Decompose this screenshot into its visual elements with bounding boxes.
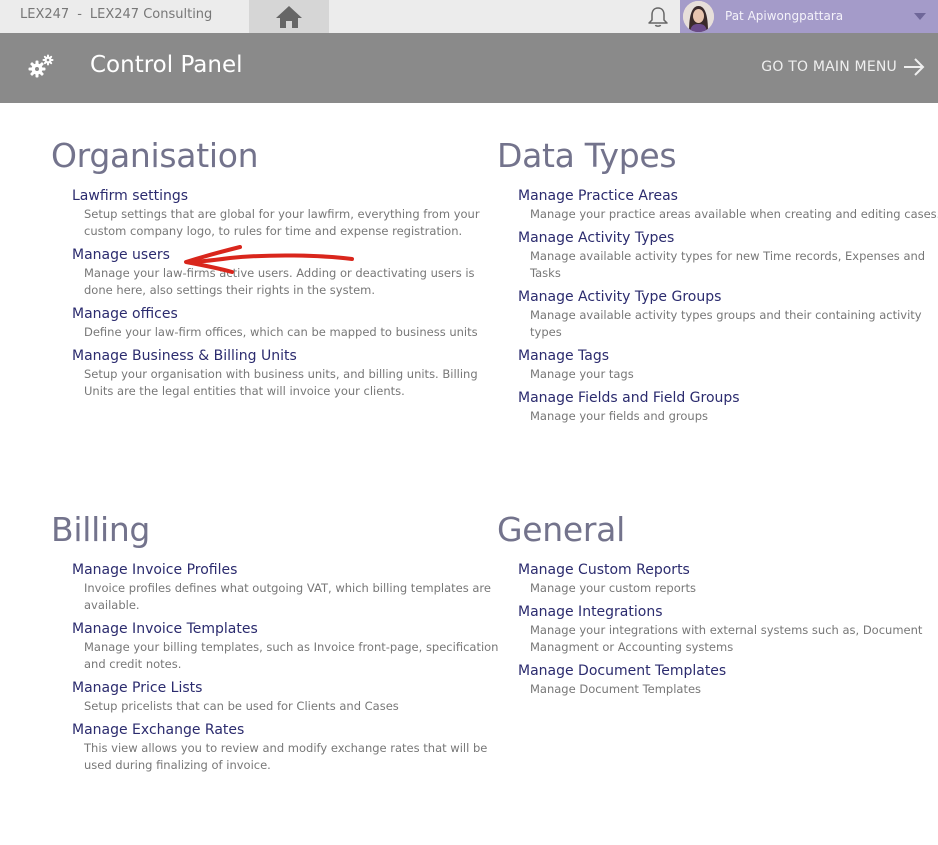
list-item: Manage Invoice Profiles Invoice profiles… bbox=[72, 561, 491, 614]
item-description: Setup pricelists that can be used for Cl… bbox=[84, 699, 399, 713]
manage-users-link[interactable]: Manage users bbox=[72, 246, 491, 265]
manage-activity-types-link[interactable]: Manage Activity Types bbox=[518, 229, 937, 248]
item-description: Manage your fields and groups bbox=[530, 409, 708, 423]
brand: LEX247- LEX247 Consulting bbox=[20, 7, 212, 22]
manage-activity-type-groups-link[interactable]: Manage Activity Type Groups bbox=[518, 288, 937, 307]
list-item: Manage Practice Areas Manage your practi… bbox=[518, 187, 938, 223]
item-description: Manage your practice areas available whe… bbox=[530, 207, 938, 221]
item-description: Manage your billing templates, such as I… bbox=[84, 640, 499, 671]
lawfirm-settings-link[interactable]: Lawfirm settings bbox=[72, 187, 491, 206]
list-item: Manage Activity Type Groups Manage avail… bbox=[518, 288, 937, 341]
section-data-types: Data Types Manage Practice Areas Manage … bbox=[497, 136, 938, 431]
item-description: Manage your tags bbox=[530, 367, 634, 381]
manage-business-billing-units-link[interactable]: Manage Business & Billing Units bbox=[72, 347, 491, 366]
item-description: Manage Document Templates bbox=[530, 682, 702, 696]
list-item: Manage Invoice Templates Manage your bil… bbox=[72, 620, 498, 673]
manage-price-lists-link[interactable]: Manage Price Lists bbox=[72, 679, 491, 698]
item-description: Manage your integrations with external s… bbox=[530, 623, 923, 654]
item-description: Manage your law-firms active users. Addi… bbox=[84, 266, 475, 297]
list-item: Manage Activity Types Manage available a… bbox=[518, 229, 937, 282]
company-name: LEX247 Consulting bbox=[89, 7, 213, 22]
list-item: Manage Integrations Manage your integrat… bbox=[518, 603, 937, 656]
item-description: Setup your organisation with business un… bbox=[84, 367, 478, 398]
manage-custom-reports-link[interactable]: Manage Custom Reports bbox=[518, 561, 937, 580]
list-item: Manage Custom Reports Manage your custom… bbox=[518, 561, 937, 597]
list-item: Manage users Manage your law-firms activ… bbox=[72, 246, 491, 299]
section-title-billing: Billing bbox=[51, 510, 151, 549]
user-menu[interactable]: Pat Apiwongpattara bbox=[680, 0, 938, 33]
section-title-organisation: Organisation bbox=[51, 136, 259, 175]
item-description: Manage your custom reports bbox=[530, 581, 696, 595]
list-item: Manage Price Lists Setup pricelists that… bbox=[72, 679, 491, 715]
item-description: Define your law-firm offices, which can … bbox=[84, 325, 478, 339]
item-description: Manage available activity types for new … bbox=[530, 249, 926, 280]
top-bar: LEX247- LEX247 Consulting Pat Apiwongpatt… bbox=[0, 0, 938, 33]
page-header: Control Panel GO TO MAIN MENU bbox=[0, 33, 938, 103]
item-description: This view allows you to review and modif… bbox=[84, 741, 488, 772]
section-organisation: Organisation Lawfirm settings Setup sett… bbox=[51, 136, 491, 406]
bell-icon bbox=[648, 7, 668, 27]
app-code: LEX247 bbox=[20, 7, 70, 22]
brand-separator: - bbox=[77, 7, 82, 22]
manage-invoice-templates-link[interactable]: Manage Invoice Templates bbox=[72, 620, 491, 639]
avatar bbox=[683, 1, 714, 32]
list-item: Lawfirm settings Setup settings that are… bbox=[72, 187, 491, 240]
list-item: Manage Fields and Field Groups Manage yo… bbox=[518, 389, 937, 425]
list-item: Manage Business & Billing Units Setup yo… bbox=[72, 347, 491, 400]
list-item: Manage Tags Manage your tags bbox=[518, 347, 937, 383]
page-title: Control Panel bbox=[90, 52, 243, 78]
manage-exchange-rates-link[interactable]: Manage Exchange Rates bbox=[72, 721, 491, 740]
user-dropdown-caret-icon[interactable] bbox=[914, 13, 926, 20]
home-icon bbox=[276, 6, 302, 28]
user-name: Pat Apiwongpattara bbox=[725, 9, 844, 23]
item-description: Setup settings that are global for your … bbox=[84, 207, 480, 238]
main-menu-label: GO TO MAIN MENU bbox=[761, 59, 897, 75]
notifications-button[interactable] bbox=[646, 5, 670, 33]
manage-document-templates-link[interactable]: Manage Document Templates bbox=[518, 662, 937, 681]
section-title-data-types: Data Types bbox=[497, 136, 677, 175]
go-to-main-menu-link[interactable]: GO TO MAIN MENU bbox=[761, 58, 925, 76]
item-description: Manage available activity types groups a… bbox=[530, 308, 922, 339]
manage-tags-link[interactable]: Manage Tags bbox=[518, 347, 937, 366]
list-item: Manage offices Define your law-firm offi… bbox=[72, 305, 491, 341]
manage-offices-link[interactable]: Manage offices bbox=[72, 305, 491, 324]
item-description: Invoice profiles defines what outgoing V… bbox=[84, 581, 491, 612]
manage-practice-areas-link[interactable]: Manage Practice Areas bbox=[518, 187, 937, 206]
list-item: Manage Document Templates Manage Documen… bbox=[518, 662, 937, 698]
section-billing: Billing Manage Invoice Profiles Invoice … bbox=[51, 510, 498, 780]
home-tab[interactable] bbox=[249, 0, 329, 33]
arrow-right-icon bbox=[904, 58, 925, 76]
manage-fields-link[interactable]: Manage Fields and Field Groups bbox=[518, 389, 937, 408]
section-title-general: General bbox=[497, 510, 625, 549]
gears-icon bbox=[28, 54, 54, 78]
manage-invoice-profiles-link[interactable]: Manage Invoice Profiles bbox=[72, 561, 491, 580]
manage-integrations-link[interactable]: Manage Integrations bbox=[518, 603, 937, 622]
section-general: General Manage Custom Reports Manage you… bbox=[497, 510, 937, 704]
list-item: Manage Exchange Rates This view allows y… bbox=[72, 721, 491, 774]
